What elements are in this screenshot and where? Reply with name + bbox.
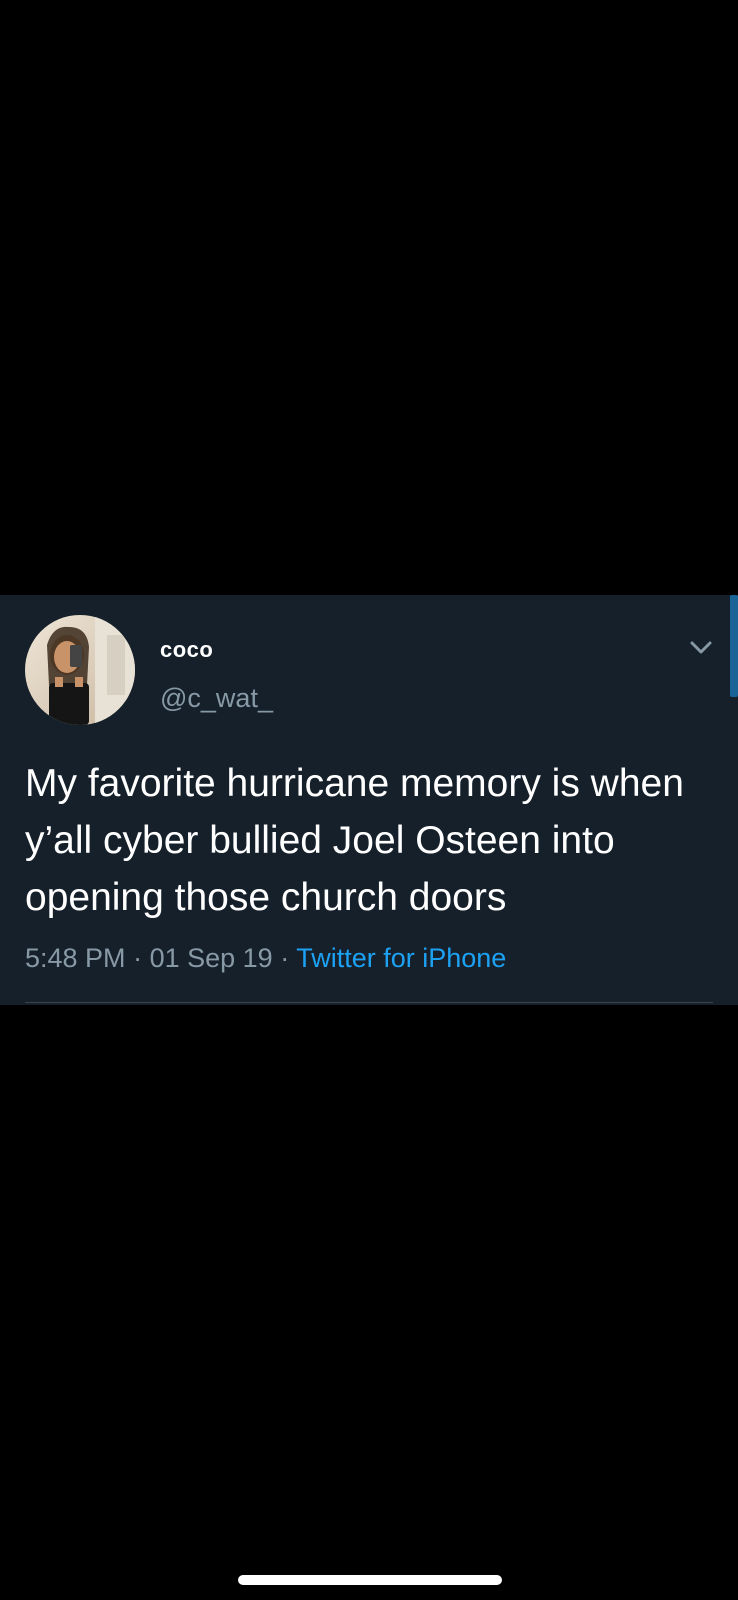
display-name[interactable]: coco (160, 637, 213, 663)
screen: coco @c_wat_ My favorite hurricane memor… (0, 0, 738, 1600)
handle[interactable]: @c_wat_ (160, 683, 273, 714)
avatar[interactable] (25, 615, 135, 725)
tweet-text: My favorite hurricane memory is when y’a… (25, 762, 684, 919)
tweet-time: 5:48 PM (25, 943, 126, 973)
tweet-meta: 5:48 PM · 01 Sep 19 · Twitter for iPhone (25, 943, 506, 974)
home-indicator[interactable] (238, 1575, 502, 1585)
chevron-down-icon[interactable] (686, 632, 716, 662)
tweet-source-link[interactable]: Twitter for iPhone (296, 943, 506, 973)
tweet-card[interactable]: coco @c_wat_ My favorite hurricane memor… (0, 595, 738, 1005)
divider (25, 1002, 713, 1003)
meta-separator: · (133, 943, 143, 973)
meta-separator: · (280, 943, 290, 973)
scroll-indicator[interactable] (730, 595, 738, 697)
tweet-date: 01 Sep 19 (149, 943, 273, 973)
